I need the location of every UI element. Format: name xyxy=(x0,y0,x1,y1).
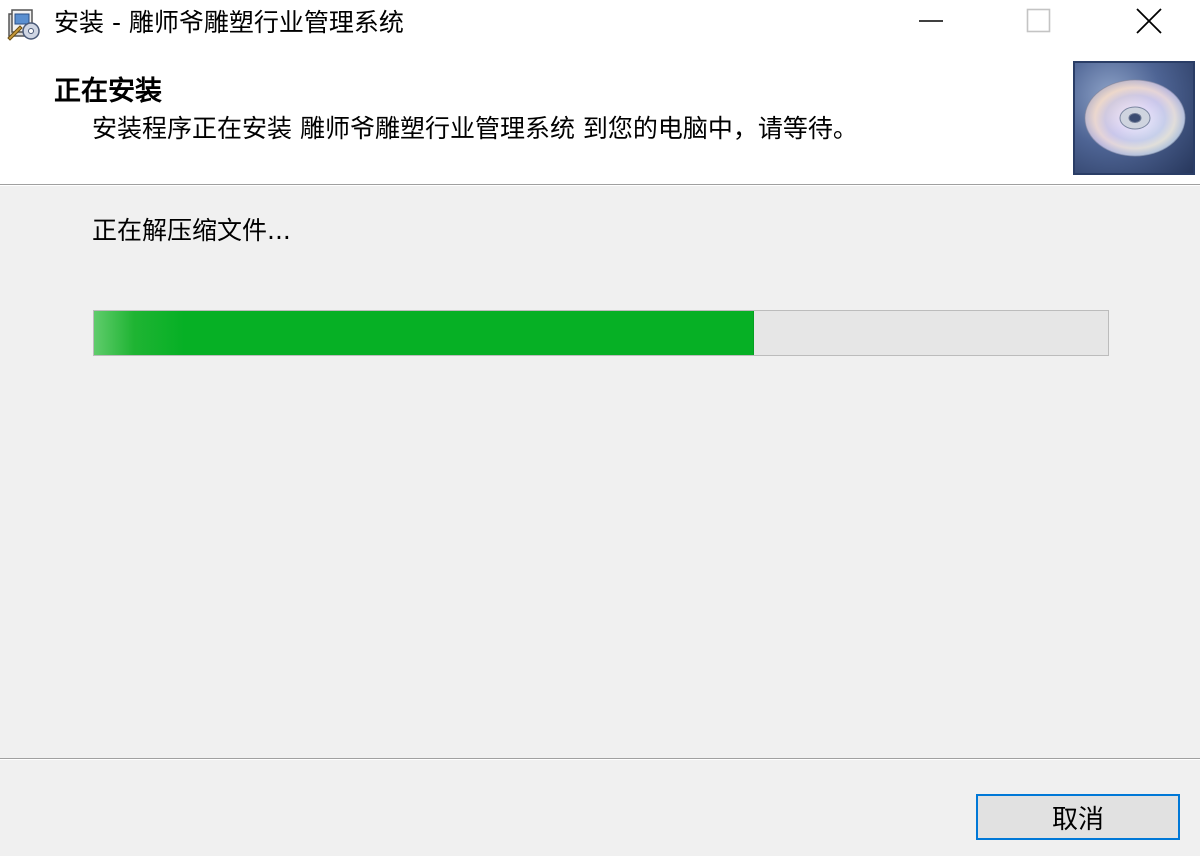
cd-disc-icon xyxy=(1073,61,1195,175)
installer-window: 安装 - 雕师爷雕塑行业管理系统 正在安装 安装程序正在安装 雕师爷雕塑行业管理… xyxy=(0,0,1200,856)
close-icon xyxy=(1134,6,1164,40)
minimize-icon xyxy=(916,6,946,40)
progress-fill xyxy=(94,311,755,355)
status-text: 正在解压缩文件... xyxy=(92,216,291,245)
maximize-icon xyxy=(1024,6,1054,40)
progress-bar xyxy=(93,310,1109,356)
minimize-button[interactable] xyxy=(876,0,986,46)
header-panel: 正在安装 安装程序正在安装 雕师爷雕塑行业管理系统 到您的电脑中，请等待。 xyxy=(0,48,1200,184)
page-title: 正在安装 xyxy=(54,76,162,107)
cancel-button[interactable]: 取消 xyxy=(976,794,1180,840)
maximize-button[interactable] xyxy=(984,0,1094,46)
window-title: 安装 - 雕师爷雕塑行业管理系统 xyxy=(54,8,404,37)
installer-app-icon xyxy=(6,6,42,42)
footer-separator xyxy=(0,758,1200,760)
page-subtitle: 安装程序正在安装 雕师爷雕塑行业管理系统 到您的电脑中，请等待。 xyxy=(92,114,858,143)
title-bar[interactable]: 安装 - 雕师爷雕塑行业管理系统 xyxy=(0,0,1200,48)
close-button[interactable] xyxy=(1094,0,1200,46)
header-separator xyxy=(0,184,1200,186)
